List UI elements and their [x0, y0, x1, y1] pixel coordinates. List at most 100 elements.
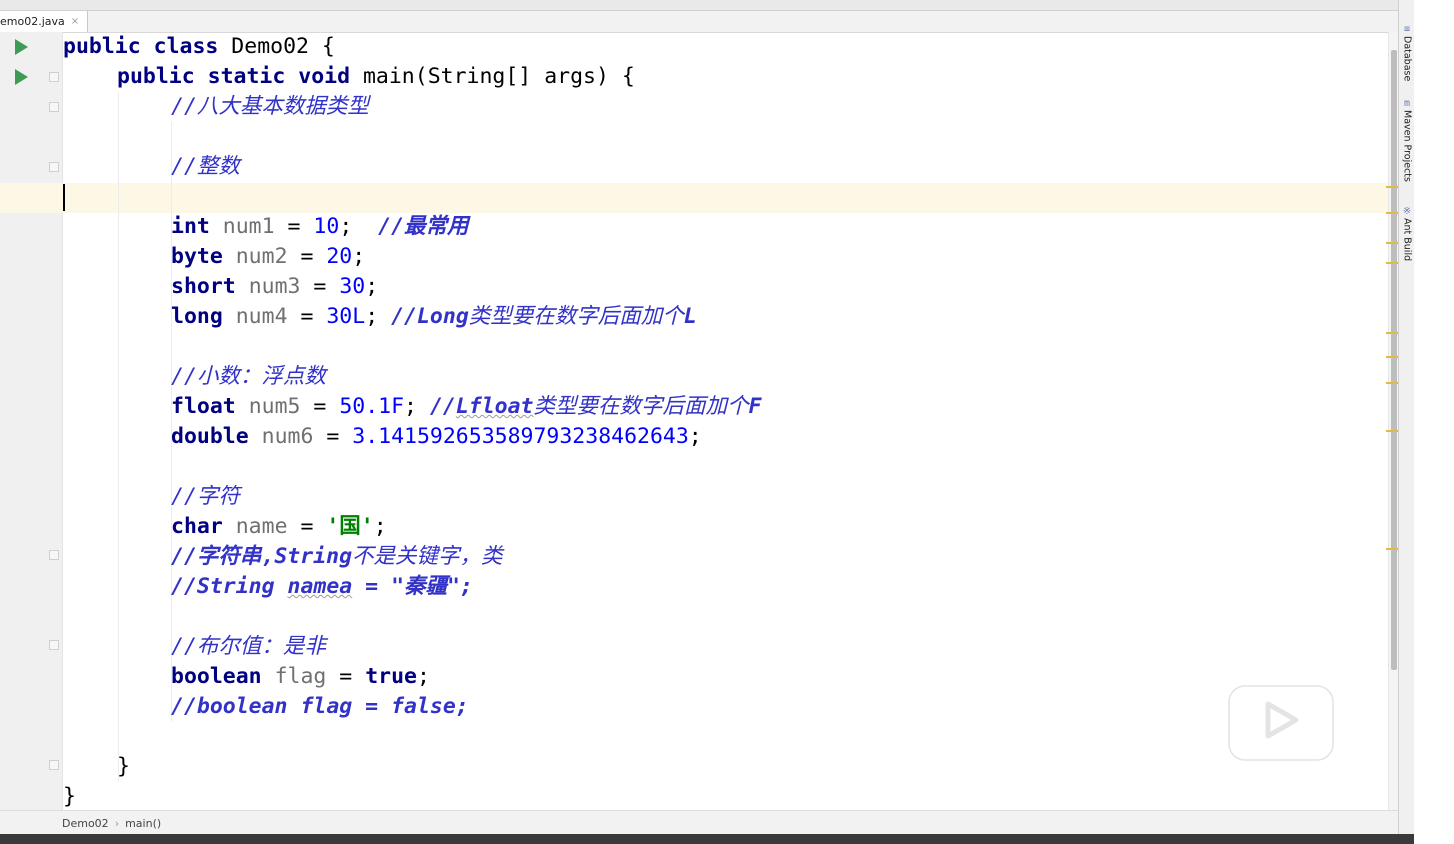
fold-marker-icon[interactable]: [47, 640, 59, 650]
warning-stripe-mark[interactable]: [1386, 262, 1398, 264]
variable-name: num3: [248, 274, 301, 299]
right-tool-window-bar: ≡ Database m Maven Projects ※ Ant Build: [1398, 0, 1415, 844]
window-top-strip: [0, 0, 1398, 11]
fold-marker-icon[interactable]: [47, 162, 59, 172]
keyword: short: [171, 274, 236, 299]
semicolon: ;: [352, 244, 366, 269]
code-line-14[interactable]: //字符串,String不是关键字，类: [171, 542, 503, 572]
run-class-icon[interactable]: [15, 39, 28, 55]
variable-name: flag: [274, 664, 327, 689]
operator: =: [326, 664, 366, 689]
breadcrumb-method[interactable]: main(): [125, 817, 161, 830]
keyword: float: [171, 394, 236, 419]
play-icon[interactable]: [1226, 670, 1336, 762]
current-line-highlight: [0, 183, 1388, 213]
warning-stripe-mark[interactable]: [1386, 186, 1398, 188]
code-line-5[interactable]: int num1 = 10; //最常用: [171, 212, 469, 242]
code-line-4[interactable]: //整数: [171, 152, 240, 182]
semicolon: ;: [373, 514, 387, 539]
warning-stripe-mark[interactable]: [1386, 382, 1398, 384]
code-line-3[interactable]: //八大基本数据类型: [171, 92, 369, 122]
database-icon: ≡: [1403, 24, 1411, 35]
code-line-1[interactable]: public class Demo02 {: [63, 32, 335, 62]
keyword: int: [171, 214, 210, 239]
warning-stripe-mark[interactable]: [1386, 430, 1398, 432]
keyword: public: [63, 34, 141, 59]
close-icon[interactable]: ×: [71, 16, 79, 27]
tool-window-database[interactable]: ≡ Database: [1399, 24, 1415, 81]
comment: //Long: [391, 304, 469, 329]
keyword: static: [207, 64, 286, 89]
keyword: char: [171, 514, 223, 539]
variable-name: num6: [261, 424, 314, 449]
fold-marker-icon[interactable]: [47, 760, 59, 770]
operator: =: [287, 514, 327, 539]
scrollbar-thumb[interactable]: [1391, 50, 1397, 670]
operator: =: [300, 394, 340, 419]
code-line-10[interactable]: float num5 = 50.1F; //Lfloat类型要在数字后面加个F: [171, 392, 761, 422]
variable-name: num2: [235, 244, 288, 269]
fold-marker-icon[interactable]: [47, 102, 59, 112]
keyword: void: [298, 64, 351, 89]
warning-stripe-mark[interactable]: [1386, 212, 1398, 214]
semicolon: ;: [404, 394, 430, 419]
fold-marker-icon[interactable]: [47, 550, 59, 560]
breadcrumb-class[interactable]: Demo02: [62, 817, 109, 830]
code-line-13[interactable]: char name = '国';: [171, 512, 387, 542]
tool-window-label: Database: [1401, 36, 1413, 82]
bottom-strip: [0, 834, 1414, 844]
code-line-19[interactable]: }: [117, 752, 130, 782]
code-line-2[interactable]: public static void main(String[] args) {: [117, 62, 635, 92]
number-literal: 3.141592653589793238462643: [352, 424, 689, 449]
method-signature: main(String[] args) {: [350, 64, 635, 89]
number-literal: 30: [339, 274, 366, 299]
ant-icon: ※: [1402, 206, 1412, 217]
semicolon: ;: [339, 214, 379, 239]
code-line-16[interactable]: //布尔值：是非: [171, 632, 326, 662]
semicolon: ;: [688, 424, 702, 449]
operator: =: [313, 424, 353, 449]
fold-marker-icon[interactable]: [47, 72, 59, 82]
breadcrumb-separator: ›: [114, 816, 120, 830]
number-literal: 20: [326, 244, 353, 269]
code-line-9[interactable]: //小数：浮点数: [171, 362, 326, 392]
number-literal: 30L: [326, 304, 366, 329]
code-line-18[interactable]: //boolean flag = false;: [171, 692, 469, 722]
file-tab[interactable]: emo02.java ×: [0, 11, 89, 32]
editor-gutter: [0, 32, 63, 810]
comment: String: [274, 544, 353, 569]
semicolon: ;: [416, 664, 430, 689]
keyword: byte: [171, 244, 223, 269]
warning-stripe-mark[interactable]: [1386, 356, 1398, 358]
operator: =: [287, 244, 327, 269]
code-line-11[interactable]: double num6 = 3.141592653589793238462643…: [171, 422, 702, 452]
code-line-8[interactable]: long num4 = 30L; //Long类型要在数字后面加个L: [171, 302, 697, 332]
code-line-12[interactable]: //字符: [171, 482, 240, 512]
tool-window-maven[interactable]: m Maven Projects: [1399, 98, 1415, 182]
code-line-7[interactable]: short num3 = 30;: [171, 272, 378, 302]
keyword: boolean: [171, 664, 262, 689]
warning-stripe-mark[interactable]: [1386, 242, 1398, 244]
warning-stripe-mark[interactable]: [1386, 548, 1398, 550]
class-declaration: Demo02 {: [218, 34, 335, 59]
comment: 类型要在数字后面加个: [468, 304, 684, 329]
code-line-17[interactable]: boolean flag = true;: [171, 662, 430, 692]
comment: //String: [171, 574, 288, 599]
keyword: class: [153, 34, 219, 59]
char-literal: '国': [326, 514, 374, 539]
editor-tab-bar: emo02.java ×: [0, 0, 1398, 33]
code-line-6[interactable]: byte num2 = 20;: [171, 242, 365, 272]
number-literal: 10: [313, 214, 340, 239]
variable-name: num5: [248, 394, 301, 419]
file-tab-label: emo02.java: [0, 15, 65, 28]
tool-window-ant[interactable]: ※ Ant Build: [1399, 206, 1415, 261]
keyword: public: [117, 64, 195, 89]
code-line-15[interactable]: //String namea = "秦疆";: [171, 572, 473, 602]
warning-stripe-mark[interactable]: [1386, 332, 1398, 334]
variable-name: num4: [235, 304, 288, 329]
keyword: double: [171, 424, 249, 449]
code-line-20[interactable]: }: [63, 782, 76, 812]
variable-name: name: [235, 514, 288, 539]
run-main-icon[interactable]: [15, 69, 28, 85]
operator: =: [274, 214, 314, 239]
